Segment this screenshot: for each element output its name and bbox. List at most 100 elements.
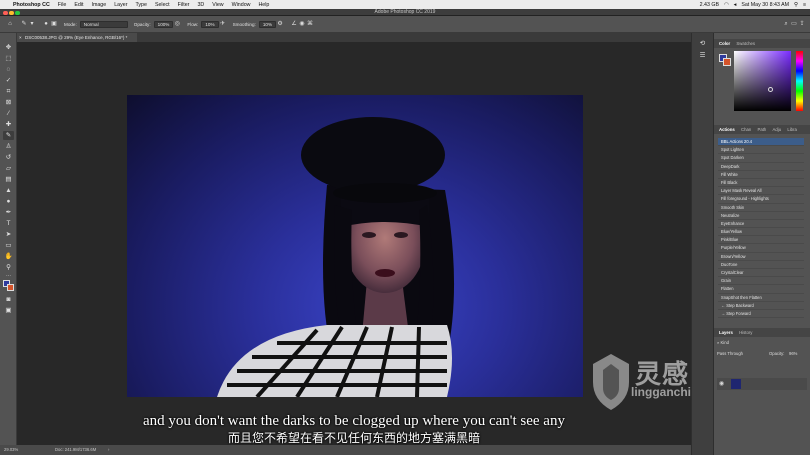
action-item[interactable]: Grain [718,277,804,286]
clock[interactable]: Sat May 30 8:43 AM [741,2,789,8]
marquee-tool-icon[interactable]: ⬚ [3,54,14,63]
color-picker-field[interactable] [734,51,791,111]
hue-slider[interactable] [796,51,803,111]
properties-panel-icon[interactable]: ☰ [697,51,708,60]
color-picker-cursor[interactable] [768,87,773,92]
path-select-tool-icon[interactable]: ➤ [3,230,14,239]
tab-layers[interactable]: Layers [719,330,733,335]
menu-select[interactable]: Select [155,2,170,8]
tab-swatches[interactable]: Swatches [736,41,755,46]
history-panel-icon[interactable]: ⟲ [697,39,708,48]
menu-filter[interactable]: Filter [178,2,190,8]
airbrush-icon[interactable]: ✈ [219,20,227,28]
action-item[interactable]: Blue/Yellow [718,228,804,237]
eyedropper-tool-icon[interactable]: ⁄ [3,109,14,118]
lasso-tool-icon[interactable]: ◌ [3,65,14,74]
angle-icon[interactable]: ∠ [290,20,298,28]
brush-tool-preset-icon[interactable]: ✎ [20,20,28,28]
share-icon[interactable]: ⇪ [798,20,806,28]
layer-opacity-field[interactable]: 96% [789,351,797,356]
layer-row[interactable]: ◉ [717,378,807,390]
gradient-tool-icon[interactable]: ▤ [3,175,14,184]
tab-history[interactable]: History [739,330,752,335]
tab-libraries[interactable]: Libra [787,127,797,132]
action-item[interactable]: Pink/Blue [718,236,804,245]
hand-tool-icon[interactable]: ✋ [3,252,14,261]
tab-paths[interactable]: Path [757,127,766,132]
history-brush-tool-icon[interactable]: ↺ [3,153,14,162]
pen-tool-icon[interactable]: ✒ [3,208,14,217]
menu-3d[interactable]: 3D [197,2,204,8]
clone-stamp-tool-icon[interactable]: ♙ [3,142,14,151]
action-item[interactable]: Fill foreground - Highlights [718,195,804,204]
screen-mode-icon[interactable]: ▣ [3,306,14,315]
action-item[interactable]: → Step Forward [718,310,804,319]
blend-mode-select[interactable]: Pass Through [717,351,743,356]
type-tool-icon[interactable]: T [3,219,14,228]
action-item[interactable]: DeepDark [718,163,804,171]
opacity-field[interactable]: 100% [153,20,174,28]
action-item[interactable]: DuoTone [718,261,804,269]
wifi-icon[interactable]: ◠ [724,2,729,8]
color-panel-background-swatch[interactable] [723,58,731,66]
menu-help[interactable]: Help [258,2,269,8]
action-item[interactable]: Neutralize [718,212,804,220]
move-tool-icon[interactable]: ✥ [3,43,14,52]
background-color-swatch[interactable] [7,284,14,291]
menu-layer[interactable]: Layer [114,2,127,8]
rectangle-tool-icon[interactable]: ▭ [3,241,14,250]
menu-view[interactable]: View [212,2,223,8]
action-item[interactable]: Fill White [718,171,804,179]
mode-select[interactable]: Normal [79,20,128,28]
action-item[interactable]: Layer Mask Reveal All [718,187,804,196]
blur-tool-icon[interactable]: ▲ [3,186,14,195]
tab-adjustments[interactable]: Adju [773,127,782,132]
brush-size-icon[interactable]: ● [42,20,50,28]
zoom-readout[interactable]: 29.03% [4,445,18,455]
menu-file[interactable]: File [58,2,67,8]
volume-icon[interactable]: ◂ [734,2,737,8]
zoom-tool-icon[interactable]: ⚲ [3,263,14,272]
action-item[interactable]: ← Step Backward [718,302,804,310]
action-item[interactable]: Brown/Yellow [718,253,804,261]
close-tab-icon[interactable]: × [19,33,22,42]
spotlight-icon[interactable]: ⚲ [794,2,798,8]
action-item[interactable]: BBL Actions 20.4 [718,138,804,147]
chevron-down-icon[interactable]: ▾ [28,20,36,28]
tab-color[interactable]: Color [719,41,730,46]
action-item[interactable]: Smooth Skin [718,204,804,212]
action-item[interactable]: EyeEnhance [718,220,804,229]
dodge-tool-icon[interactable]: ● [3,197,14,206]
action-item[interactable]: Spot Lighten [718,146,804,155]
brush-panel-icon[interactable]: ▣ [50,20,58,28]
status-menu-chevron-icon[interactable]: › [108,445,109,455]
quick-mask-icon[interactable]: ◙ [3,295,14,304]
document-tab[interactable]: × DSC00538.JPG @ 29% (Eye Enhance, RGB/1… [17,33,137,42]
flow-field[interactable]: 10% [201,20,219,28]
eraser-tool-icon[interactable]: ▱ [3,164,14,173]
pressure-opacity-icon[interactable]: ◎ [173,20,181,28]
brush-tool-icon[interactable]: ✎ [3,131,14,140]
visibility-eye-icon[interactable]: ◉ [719,380,724,387]
action-item[interactable]: Fill Black [718,179,804,188]
smoothing-settings-icon[interactable]: ⚙ [276,20,284,28]
action-item[interactable]: Flatten [718,285,804,294]
control-center-icon[interactable]: ≡ [803,2,806,8]
portrait-photo[interactable] [127,95,583,397]
quick-select-tool-icon[interactable]: ✓ [3,76,14,85]
search-icon[interactable]: ⌕ [782,20,790,28]
action-item[interactable]: SnapShot then Flatten [718,294,804,302]
action-item[interactable]: Purple/Yellow [718,244,804,253]
tab-actions[interactable]: Actions [719,127,735,132]
frame-tool-icon[interactable]: ⊠ [3,98,14,107]
action-item[interactable]: CrystalClear [718,269,804,278]
menu-image[interactable]: Image [91,2,106,8]
crop-tool-icon[interactable]: ⌗ [3,87,14,96]
menu-edit[interactable]: Edit [74,2,83,8]
pressure-size-icon[interactable]: ◉ [298,20,306,28]
workspace-icon[interactable]: ▭ [790,20,798,28]
app-menu[interactable]: Photoshop CC [13,2,50,8]
layer-filter-select[interactable]: ⌕ Kind [717,340,729,345]
smoothing-field[interactable]: 10% [258,20,277,28]
tab-channels[interactable]: Chan [741,127,751,132]
